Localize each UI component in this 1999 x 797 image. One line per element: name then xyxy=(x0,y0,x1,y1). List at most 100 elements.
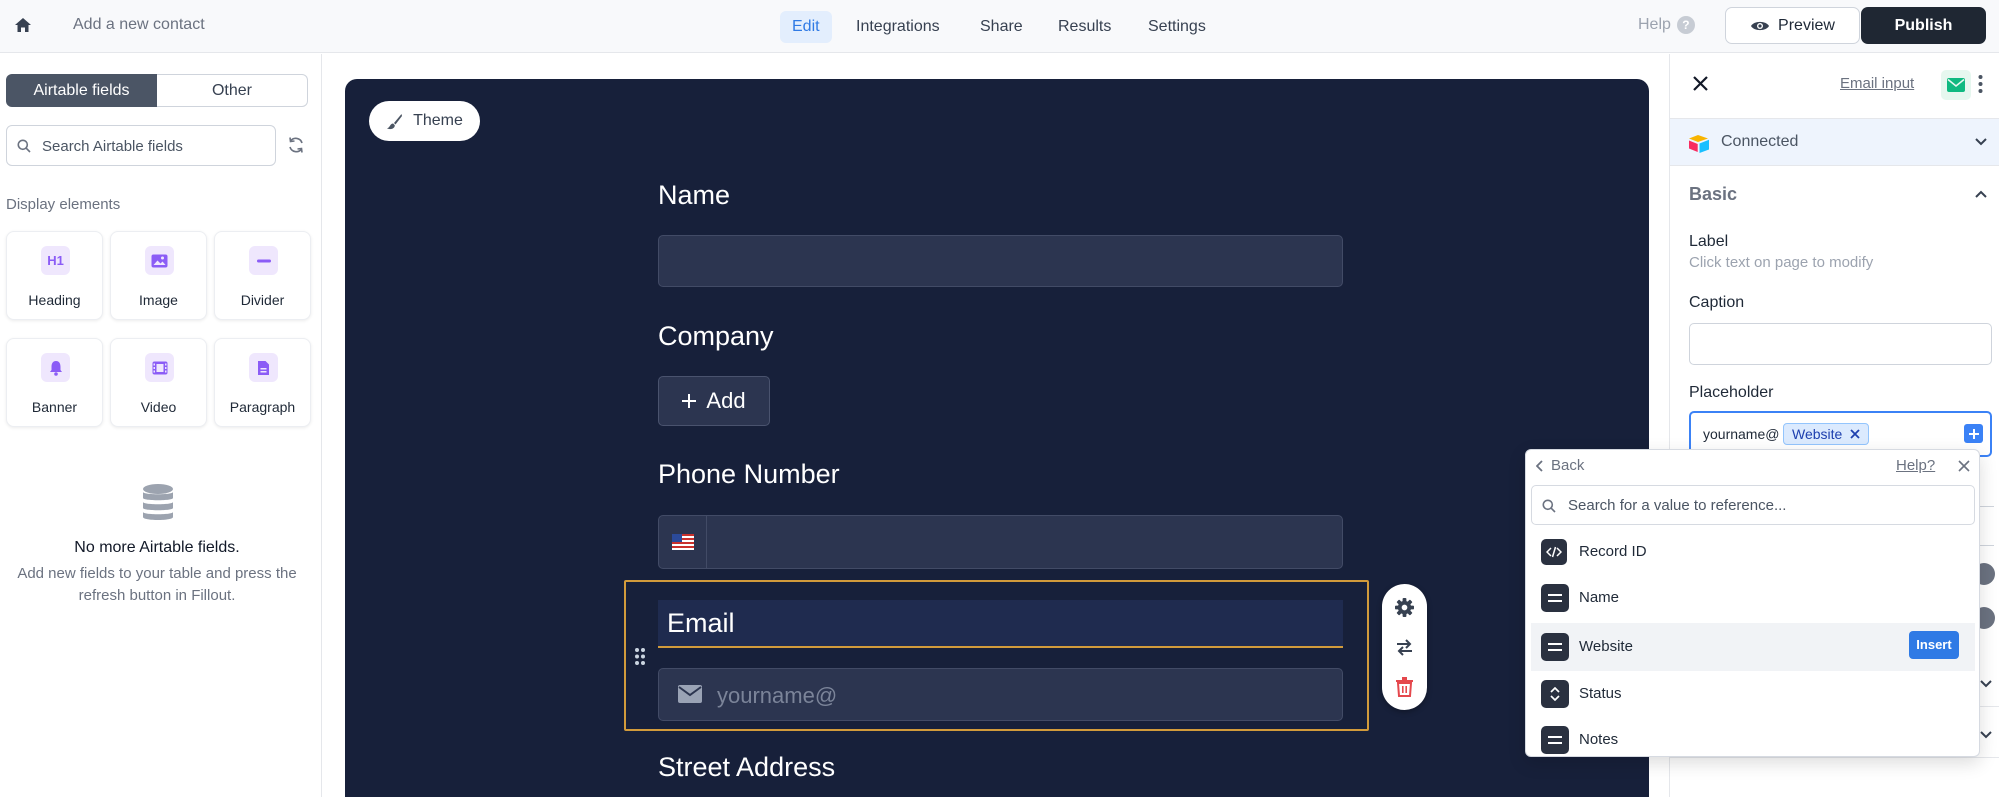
element-video[interactable]: Video xyxy=(110,338,207,427)
tab-integrations[interactable]: Integrations xyxy=(844,11,952,43)
envelope-icon xyxy=(678,685,702,703)
document-icon xyxy=(249,353,278,382)
search-icon xyxy=(1542,499,1556,513)
reference-item-status[interactable]: Status xyxy=(1531,671,1975,717)
top-bar: Add a new contact Edit Integrations Shar… xyxy=(0,0,1999,53)
close-popup-icon[interactable] xyxy=(1958,460,1970,472)
gear-icon[interactable] xyxy=(1395,598,1414,617)
add-company-button[interactable]: Add xyxy=(658,376,770,426)
airtable-logo-icon xyxy=(1688,134,1710,153)
reference-item-label: Status xyxy=(1579,685,1622,702)
bell-icon xyxy=(41,353,70,382)
reference-popup: Back Help? Search for a value to referen… xyxy=(1525,449,1980,757)
reference-item-record-id[interactable]: Record ID xyxy=(1531,529,1975,575)
connection-row[interactable]: Connected xyxy=(1670,118,1999,166)
placeholder-title: Placeholder xyxy=(1689,384,1774,401)
element-label: Image xyxy=(139,292,178,308)
chevron-down-icon[interactable] xyxy=(1980,680,1992,688)
reference-item-label: Record ID xyxy=(1579,543,1647,560)
reference-search[interactable]: Search for a value to reference... xyxy=(1531,485,1975,525)
caption-input[interactable] xyxy=(1689,323,1992,365)
field-type-link[interactable]: Email input xyxy=(1840,75,1914,92)
street-address-label[interactable]: Street Address xyxy=(658,752,835,783)
email-label-editor[interactable]: Email xyxy=(658,600,1343,648)
eye-icon xyxy=(1750,19,1770,33)
basic-section-title: Basic xyxy=(1689,184,1738,204)
reference-token[interactable]: Website xyxy=(1783,423,1870,445)
reference-item-notes[interactable]: Notes xyxy=(1531,717,1975,755)
drag-handle-icon[interactable] xyxy=(634,647,646,666)
caption-title: Caption xyxy=(1689,294,1745,311)
preview-button[interactable]: Preview xyxy=(1725,7,1860,44)
us-flag-icon xyxy=(671,534,694,550)
swap-icon[interactable] xyxy=(1395,638,1414,657)
section-title: Display elements xyxy=(6,196,121,213)
chevron-up-icon xyxy=(1975,190,1987,198)
company-label[interactable]: Company xyxy=(658,321,774,352)
reference-item-website[interactable]: Website Insert xyxy=(1531,623,1975,671)
tab-other[interactable]: Other xyxy=(157,74,308,107)
chevron-down-icon[interactable] xyxy=(1980,731,1992,739)
element-divider[interactable]: Divider xyxy=(214,231,311,320)
element-image[interactable]: Image xyxy=(110,231,207,320)
select-icon xyxy=(1541,680,1569,708)
reference-item-name[interactable]: Name xyxy=(1531,575,1975,621)
reference-item-label: Notes xyxy=(1579,731,1619,748)
tab-edit[interactable]: Edit xyxy=(780,11,832,43)
code-icon xyxy=(1541,539,1567,565)
element-label: Heading xyxy=(28,292,81,308)
label-hint: Click text on page to modify xyxy=(1689,254,1874,271)
basic-section-header[interactable]: Basic xyxy=(1670,166,1999,216)
search-fields[interactable]: Search Airtable fields xyxy=(6,125,276,166)
page-title[interactable]: Add a new contact xyxy=(73,16,205,34)
placeholder-text: yourname@ xyxy=(1703,426,1780,442)
empty-title: No more Airtable fields. xyxy=(74,539,240,556)
reference-item-label: Website xyxy=(1579,638,1633,655)
tab-settings[interactable]: Settings xyxy=(1136,11,1218,43)
close-panel-icon[interactable] xyxy=(1693,76,1708,91)
search-icon xyxy=(17,139,31,153)
element-paragraph[interactable]: Paragraph xyxy=(214,338,311,427)
help-label: Help xyxy=(1638,16,1671,33)
help-link[interactable]: Help? xyxy=(1896,457,1935,474)
help-link[interactable]: Help ? xyxy=(1638,16,1695,34)
heading-icon: H1 xyxy=(41,246,70,275)
chevron-down-icon xyxy=(1975,138,1987,146)
name-input[interactable] xyxy=(658,235,1343,287)
field-toolbar xyxy=(1382,584,1427,710)
email-input[interactable]: yourname@ xyxy=(658,668,1343,721)
trash-icon[interactable] xyxy=(1396,677,1413,697)
element-banner[interactable]: Banner xyxy=(6,338,103,427)
phone-input[interactable] xyxy=(658,515,1343,569)
tab-results[interactable]: Results xyxy=(1046,11,1123,43)
remove-token-icon[interactable] xyxy=(1850,429,1860,439)
back-button[interactable]: Back xyxy=(1536,457,1584,474)
video-icon xyxy=(145,353,174,382)
email-label: Email xyxy=(667,608,735,638)
home-icon[interactable] xyxy=(14,17,34,35)
plus-icon xyxy=(682,394,697,408)
more-options-icon[interactable] xyxy=(1978,74,1983,94)
divider-icon xyxy=(249,246,278,275)
name-label[interactable]: Name xyxy=(658,180,730,211)
reference-search-placeholder: Search for a value to reference... xyxy=(1568,497,1787,514)
element-label: Divider xyxy=(240,292,285,308)
form-canvas: Theme Name Company Add Phone Number Emai… xyxy=(345,79,1649,797)
empty-description: Add new fields to your table and press t… xyxy=(17,565,297,604)
element-heading[interactable]: H1 Heading xyxy=(6,231,103,320)
publish-button[interactable]: Publish xyxy=(1861,7,1986,44)
brush-icon xyxy=(386,113,403,130)
phone-label[interactable]: Phone Number xyxy=(658,459,840,490)
left-panel: Airtable fields Other Search Airtable fi… xyxy=(0,54,322,797)
element-label: Paragraph xyxy=(229,399,296,415)
database-icon xyxy=(141,483,175,523)
insert-button[interactable]: Insert xyxy=(1909,631,1959,659)
tab-share[interactable]: Share xyxy=(968,11,1035,43)
theme-button[interactable]: Theme xyxy=(369,101,480,141)
add-reference-icon[interactable] xyxy=(1964,424,1983,443)
text-field-icon xyxy=(1541,584,1569,612)
country-selector[interactable] xyxy=(659,516,707,568)
refresh-icon[interactable] xyxy=(287,136,305,154)
tab-airtable-fields[interactable]: Airtable fields xyxy=(6,74,157,107)
element-label: Video xyxy=(140,399,177,415)
